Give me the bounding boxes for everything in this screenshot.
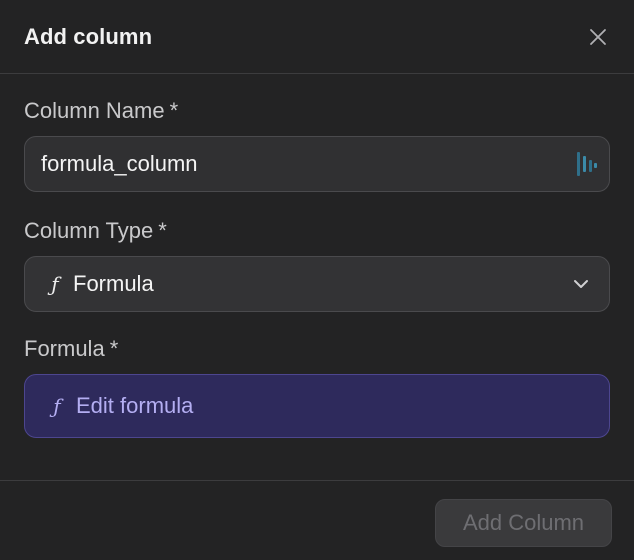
column-type-value: Formula: [73, 271, 154, 296]
column-name-field: Column Name *: [24, 96, 610, 192]
dialog-body: Column Name * Column Type: [0, 74, 634, 438]
edit-formula-label: Edit formula: [76, 393, 194, 418]
add-column-dialog: Add column Column Name * formula_column …: [0, 0, 634, 560]
column-name-input[interactable]: [41, 151, 575, 177]
required-marker: *: [158, 218, 167, 243]
password-manager-glyph: [577, 152, 597, 176]
close-button[interactable]: [584, 23, 612, 51]
column-name-label-row: Column Name *: [24, 96, 610, 126]
dialog-footer: Add Column: [0, 480, 634, 560]
password-manager-icon[interactable]: [575, 149, 599, 179]
function-icon: ƒ: [53, 394, 61, 418]
formula-label-row: Formula *: [24, 334, 610, 364]
chevron-down-icon: [574, 280, 588, 288]
column-name-label: Column Name: [24, 98, 165, 123]
required-marker: *: [109, 336, 119, 361]
add-column-button[interactable]: Add Column: [435, 499, 612, 547]
close-icon: [590, 28, 606, 45]
formula-label: Formula: [24, 336, 105, 361]
column-type-label: Column Type: [24, 218, 154, 243]
function-icon: ƒ: [51, 272, 59, 296]
column-type-select[interactable]: ƒ Formula: [24, 256, 610, 312]
column-type-label-row: Column Type *: [24, 216, 610, 246]
formula-field: Formula * ƒ Edit formula: [24, 334, 610, 438]
required-marker: *: [169, 98, 179, 123]
column-type-field: Column Type * ƒ Formula: [24, 216, 610, 312]
dialog-title: Add column: [24, 23, 153, 49]
column-name-input-wrapper: [24, 136, 610, 192]
edit-formula-button[interactable]: ƒ Edit formula: [24, 374, 610, 438]
dialog-header: Add column: [0, 0, 634, 74]
